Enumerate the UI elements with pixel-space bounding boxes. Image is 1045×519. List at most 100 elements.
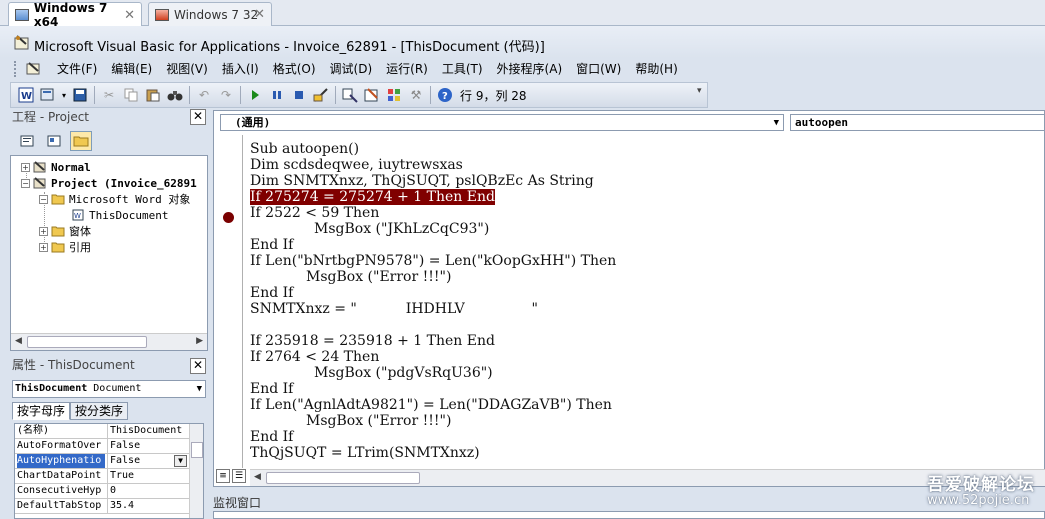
property-value[interactable]: ThisDocument [107, 424, 187, 438]
scroll-thumb[interactable] [266, 472, 420, 484]
property-row[interactable]: ConsecutiveHyp 0 [15, 484, 189, 499]
code-line[interactable]: End If [250, 429, 293, 445]
code-line[interactable]: MsgBox ("JKhLzCqC93") [314, 221, 489, 237]
collapse-icon[interactable]: − [21, 178, 30, 188]
vm-tab-win7-32[interactable]: Windows 7 32 ✕ [148, 2, 272, 26]
menu-addins[interactable]: 外接程序(A) [490, 58, 570, 80]
chevron-down-icon[interactable]: ▼ [174, 455, 187, 467]
property-row[interactable]: (名称) ThisDocument [15, 424, 189, 439]
scroll-left-icon[interactable]: ◀ [254, 472, 261, 482]
code-line[interactable]: If 2764 < 24 Then [250, 349, 379, 365]
code-line[interactable]: If Len("AgnlAdtA9821") = Len("DDAGZaVB")… [250, 397, 612, 413]
run-icon[interactable] [245, 85, 265, 105]
expand-icon[interactable]: + [39, 242, 48, 252]
tree-node-normal[interactable]: + Normal [21, 159, 91, 175]
code-line[interactable]: Sub autoopen() [250, 141, 359, 157]
procedure-view-icon[interactable]: ≡ [216, 469, 230, 483]
scroll-right-icon[interactable]: ▶ [196, 336, 203, 346]
tab-categorized[interactable]: 按分类序 [70, 402, 129, 420]
code-line[interactable]: MsgBox ("pdgVsRqU36") [314, 365, 493, 381]
save-icon[interactable] [70, 85, 90, 105]
find-icon[interactable] [165, 85, 185, 105]
menu-format[interactable]: 格式(O) [266, 58, 323, 80]
expand-icon[interactable]: + [21, 162, 30, 172]
property-value[interactable]: 35.4 [107, 499, 187, 513]
code-line[interactable]: If 235918 = 235918 + 1 Then End [250, 333, 495, 349]
code-line[interactable]: End If [250, 381, 293, 397]
properties-icon[interactable] [362, 85, 382, 105]
toolbar-grip[interactable] [14, 61, 20, 77]
property-value[interactable]: False [107, 439, 187, 453]
property-row[interactable]: DefaultTabStop 35.4 [15, 499, 189, 514]
help-icon[interactable]: ? [435, 85, 455, 105]
tree-node-thisdocument[interactable]: W ThisDocument [71, 207, 168, 223]
tab-alphabetic[interactable]: 按字母序 [12, 402, 71, 420]
collapse-icon[interactable]: − [39, 194, 48, 204]
property-row[interactable]: ChartDataPoint True [15, 469, 189, 484]
breakpoint-icon[interactable] [223, 212, 234, 223]
code-line[interactable]: If Len("bNrtbgPN9578") = Len("kOopGxHH")… [250, 253, 616, 269]
copy-icon[interactable] [121, 85, 141, 105]
design-mode-icon[interactable] [311, 85, 331, 105]
property-row[interactable]: AutoHyphenatio False ▼ [15, 454, 189, 469]
properties-vertical-scrollbar[interactable] [189, 424, 203, 518]
close-icon[interactable]: ✕ [254, 7, 265, 22]
code-line[interactable]: Dim SNMTXnxz, ThQjSUQT, pslQBzEc As Stri… [250, 173, 594, 189]
close-icon[interactable]: ✕ [190, 358, 206, 374]
code-line[interactable]: MsgBox ("Error !!!") [306, 269, 451, 285]
chevron-down-icon[interactable]: ▼ [774, 116, 779, 131]
procedure-combo[interactable]: autoopen [790, 114, 1045, 131]
scroll-left-icon[interactable]: ◀ [15, 336, 22, 346]
vba-menu-icon[interactable] [26, 62, 42, 76]
code-line-breakpoint[interactable]: If 275274 = 275274 + 1 Then End [250, 189, 495, 205]
menu-help[interactable]: 帮助(H) [628, 58, 684, 80]
close-icon[interactable]: ✕ [190, 109, 206, 125]
object-browser-icon[interactable] [384, 85, 404, 105]
close-icon[interactable]: ✕ [124, 8, 135, 23]
tree-node-project[interactable]: − Project (Invoice_62891 [21, 175, 197, 191]
property-value[interactable]: 0 [107, 484, 187, 498]
word-icon[interactable]: W [16, 85, 36, 105]
code-line[interactable]: SNMTXnxz = " IHDHLV " [250, 301, 538, 317]
view-code-icon[interactable] [16, 131, 38, 151]
object-combo[interactable]: (通用) ▼ [220, 114, 784, 131]
code-margin[interactable] [215, 135, 243, 468]
reset-icon[interactable] [289, 85, 309, 105]
toolbar-options-icon[interactable]: ▾ [697, 86, 705, 104]
code-line[interactable]: If 2522 < 59 Then [250, 205, 379, 221]
menu-debug[interactable]: 调试(D) [323, 58, 380, 80]
menu-tools[interactable]: 工具(T) [435, 58, 490, 80]
paste-icon[interactable] [143, 85, 163, 105]
menu-edit[interactable]: 编辑(E) [104, 58, 159, 80]
menu-view[interactable]: 视图(V) [159, 58, 215, 80]
project-horizontal-scrollbar[interactable]: ◀ ▶ [11, 333, 207, 350]
property-row[interactable]: AutoFormatOver False [15, 439, 189, 454]
menu-insert[interactable]: 插入(I) [215, 58, 266, 80]
properties-object-select[interactable]: ThisDocument Document ▼ [12, 380, 206, 398]
code-line[interactable]: Dim scdsdeqwee, iuytrewsxas [250, 157, 463, 173]
undo-icon[interactable]: ↶ [194, 85, 214, 105]
tree-node-forms[interactable]: + 窗体 [39, 223, 91, 239]
property-value[interactable]: True [107, 469, 187, 483]
menu-window[interactable]: 窗口(W) [569, 58, 628, 80]
chevron-down-icon[interactable]: ▾ [60, 85, 68, 105]
chevron-down-icon[interactable]: ▼ [197, 381, 202, 397]
tree-node-word-objects[interactable]: − Microsoft Word 对象 [39, 191, 190, 207]
project-explorer-icon[interactable] [340, 85, 360, 105]
code-editor[interactable]: Sub autoopen() Dim scdsdeqwee, iuytrewsx… [250, 141, 1045, 469]
code-line[interactable]: End If [250, 237, 293, 253]
break-icon[interactable] [267, 85, 287, 105]
tree-node-references[interactable]: + 引用 [39, 239, 91, 255]
scroll-thumb[interactable] [27, 336, 147, 348]
code-line[interactable]: ThQjSUQT = LTrim(SNMTXnxz) [250, 445, 480, 461]
vm-tab-win7-x64[interactable]: Windows 7 x64 ✕ [8, 1, 142, 29]
expand-icon[interactable]: + [39, 226, 48, 236]
toggle-folders-icon[interactable] [70, 131, 92, 151]
code-line[interactable]: MsgBox ("Error !!!") [306, 413, 451, 429]
cut-icon[interactable]: ✂ [99, 85, 119, 105]
redo-icon[interactable]: ↷ [216, 85, 236, 105]
scroll-thumb[interactable] [191, 442, 203, 458]
menu-run[interactable]: 运行(R) [379, 58, 435, 80]
full-module-view-icon[interactable]: ☰ [232, 469, 246, 483]
insert-module-icon[interactable] [38, 85, 58, 105]
